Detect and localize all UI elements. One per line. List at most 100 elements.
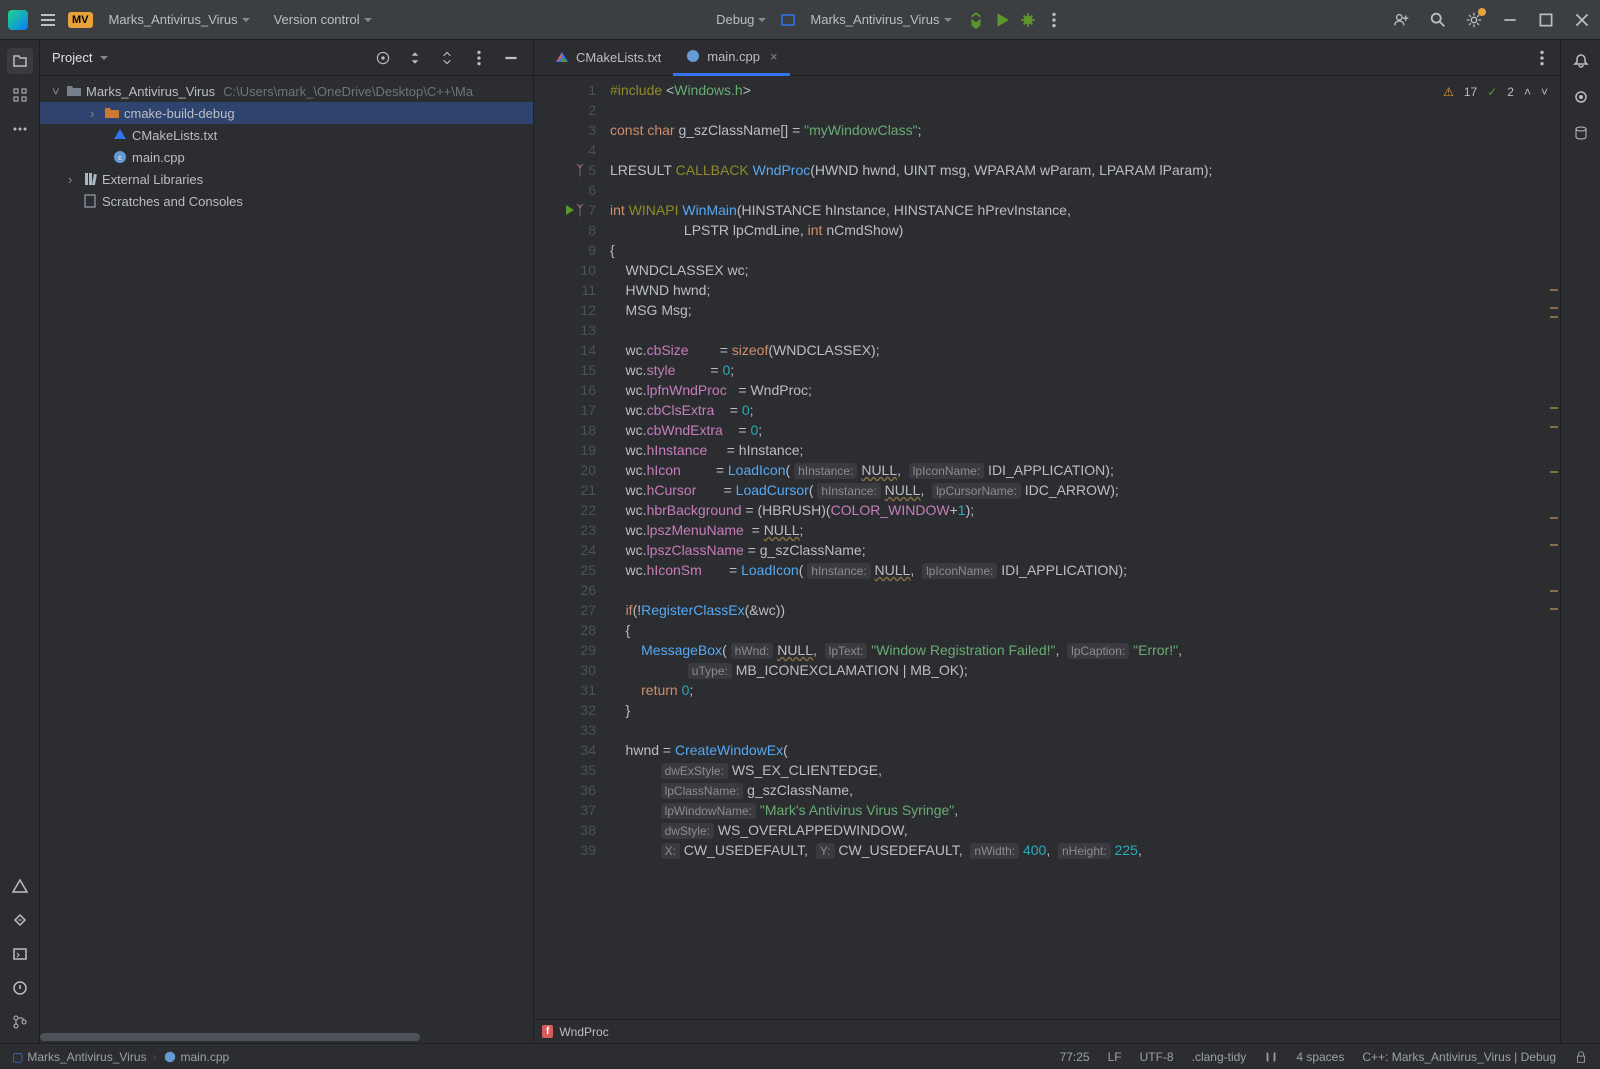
- titlebar: MV Marks_Antivirus_Virus Version control…: [0, 0, 1600, 40]
- editor-region: CMakeLists.txt main.cpp × ⚠17 ✓2 ˄ ˅ 123…: [534, 40, 1560, 1043]
- tree-root[interactable]: ˅ Marks_Antivirus_Virus C:\Users\mark_\O…: [40, 80, 533, 102]
- tree-label: cmake-build-debug: [124, 106, 235, 121]
- next-highlight-icon[interactable]: ˅: [1541, 82, 1548, 102]
- vcs-dropdown[interactable]: Version control: [266, 8, 380, 31]
- tree-item[interactable]: c main.cpp: [40, 146, 533, 168]
- project-tree[interactable]: ˅ Marks_Antivirus_Virus C:\Users\mark_\O…: [40, 76, 533, 216]
- chevron-down-icon: [758, 18, 766, 22]
- tree-item[interactable]: › cmake-build-debug: [40, 102, 533, 124]
- project-panel-header: Project: [40, 40, 533, 76]
- chevron-down-icon: [364, 18, 372, 22]
- tab-main-cpp[interactable]: main.cpp ×: [673, 40, 789, 76]
- vcs-tool-button[interactable]: [7, 1009, 33, 1035]
- structure-tool-button[interactable]: [7, 82, 33, 108]
- vcs-label: Version control: [274, 12, 360, 27]
- left-tool-stripe: [0, 40, 40, 1043]
- notifications-button[interactable]: [1568, 48, 1594, 74]
- breadcrumb-fn[interactable]: WndProc: [559, 1025, 608, 1039]
- target-dropdown[interactable]: Marks_Antivirus_Virus: [802, 8, 959, 31]
- folder-icon: [104, 105, 120, 121]
- encoding[interactable]: UTF-8: [1140, 1050, 1174, 1064]
- readonly-icon[interactable]: [1264, 1050, 1278, 1064]
- target-label: Marks_Antivirus_Virus: [810, 12, 939, 27]
- messages-tool-button[interactable]: [7, 975, 33, 1001]
- tree-label: CMakeLists.txt: [132, 128, 217, 143]
- more-actions[interactable]: [1044, 10, 1064, 30]
- tree-item[interactable]: › External Libraries: [40, 168, 533, 190]
- run-config-dropdown[interactable]: Debug: [708, 8, 774, 31]
- project-panel: Project ˅ Marks_Antivirus_Virus C:\Users…: [40, 40, 534, 1043]
- weak-count: 2: [1507, 82, 1514, 102]
- caret-position[interactable]: 77:25: [1060, 1050, 1090, 1064]
- tree-item[interactable]: Scratches and Consoles: [40, 190, 533, 212]
- folder-icon: [66, 83, 82, 99]
- collapse-all-icon[interactable]: [437, 48, 457, 68]
- module-icon: ▢: [12, 1050, 23, 1064]
- more-tools-button[interactable]: [7, 116, 33, 142]
- cmake-icon: [554, 50, 570, 66]
- ide-icon: [8, 10, 28, 30]
- select-opened-file-icon[interactable]: [373, 48, 393, 68]
- chevron-down-icon: [944, 18, 952, 22]
- status-bar: ▢ Marks_Antivirus_Virus › main.cpp 77:25…: [0, 1043, 1600, 1069]
- main-menu-button[interactable]: [36, 8, 60, 32]
- code-editor[interactable]: ⚠17 ✓2 ˄ ˅ 1234ᛉ56ᛉ789101112131415161718…: [534, 76, 1560, 1019]
- panel-scrollbar[interactable]: [40, 1031, 533, 1043]
- debug-button[interactable]: [1018, 10, 1038, 30]
- chevron-down-icon[interactable]: [100, 56, 108, 60]
- code-area[interactable]: #include <Windows.h> const char g_szClas…: [606, 76, 1560, 1019]
- lock-icon[interactable]: [1574, 1050, 1588, 1064]
- run-button[interactable]: [992, 10, 1012, 30]
- gutter: 1234ᛉ56ᛉ78910111213141516171819202122232…: [534, 76, 606, 1019]
- terminal-tool-button[interactable]: [7, 941, 33, 967]
- maximize-button[interactable]: [1536, 10, 1556, 30]
- hide-panel-icon[interactable]: [501, 48, 521, 68]
- tree-item[interactable]: CMakeLists.txt: [40, 124, 533, 146]
- problems-tool-button[interactable]: [7, 873, 33, 899]
- tab-options-icon[interactable]: [1532, 48, 1552, 68]
- cpp-icon: c: [112, 149, 128, 165]
- tree-label: External Libraries: [102, 172, 203, 187]
- close-tab-icon[interactable]: ×: [770, 49, 778, 64]
- code-with-me-icon[interactable]: [1392, 10, 1412, 30]
- context[interactable]: C++: Marks_Antivirus_Virus | Debug: [1362, 1050, 1556, 1064]
- project-badge: MV: [68, 12, 93, 28]
- cpp-icon: [685, 48, 701, 64]
- clang-tidy[interactable]: .clang-tidy: [1192, 1050, 1247, 1064]
- right-tool-stripe: [1560, 40, 1600, 1043]
- build-button[interactable]: [966, 10, 986, 30]
- prev-highlight-icon[interactable]: ˄: [1524, 82, 1531, 102]
- minimize-button[interactable]: [1500, 10, 1520, 30]
- search-icon[interactable]: [1428, 10, 1448, 30]
- scratch-icon: [82, 193, 98, 209]
- app-icon: [780, 12, 796, 28]
- project-tool-button[interactable]: [7, 48, 33, 74]
- database-button[interactable]: [1568, 120, 1594, 146]
- chevron-down-icon: [242, 18, 250, 22]
- panel-title: Project: [52, 50, 92, 65]
- close-button[interactable]: [1572, 10, 1592, 30]
- library-icon: [82, 171, 98, 187]
- tab-cmakelists[interactable]: CMakeLists.txt: [542, 40, 673, 76]
- project-name: Marks_Antivirus_Virus: [109, 12, 238, 27]
- expand-all-icon[interactable]: [405, 48, 425, 68]
- tree-label: Scratches and Consoles: [102, 194, 243, 209]
- settings-icon[interactable]: [1464, 10, 1484, 30]
- tree-path: C:\Users\mark_\OneDrive\Desktop\C++\Ma: [223, 84, 473, 99]
- line-separator[interactable]: LF: [1108, 1050, 1122, 1064]
- cmake-icon: [112, 127, 128, 143]
- tree-label: main.cpp: [132, 150, 185, 165]
- ai-button[interactable]: [1568, 84, 1594, 110]
- project-dropdown[interactable]: Marks_Antivirus_Virus: [101, 8, 258, 31]
- cpp-icon: [163, 1050, 177, 1064]
- tab-label: main.cpp: [707, 49, 760, 64]
- indent[interactable]: 4 spaces: [1296, 1050, 1344, 1064]
- nav-file[interactable]: main.cpp: [181, 1050, 230, 1064]
- inspections-widget[interactable]: ⚠17 ✓2 ˄ ˅: [1443, 82, 1548, 102]
- panel-options-icon[interactable]: [469, 48, 489, 68]
- error-stripe[interactable]: [1548, 106, 1560, 1019]
- tab-label: CMakeLists.txt: [576, 50, 661, 65]
- nav-root[interactable]: Marks_Antivirus_Virus: [27, 1050, 146, 1064]
- svg-text:c: c: [118, 155, 122, 162]
- services-tool-button[interactable]: [7, 907, 33, 933]
